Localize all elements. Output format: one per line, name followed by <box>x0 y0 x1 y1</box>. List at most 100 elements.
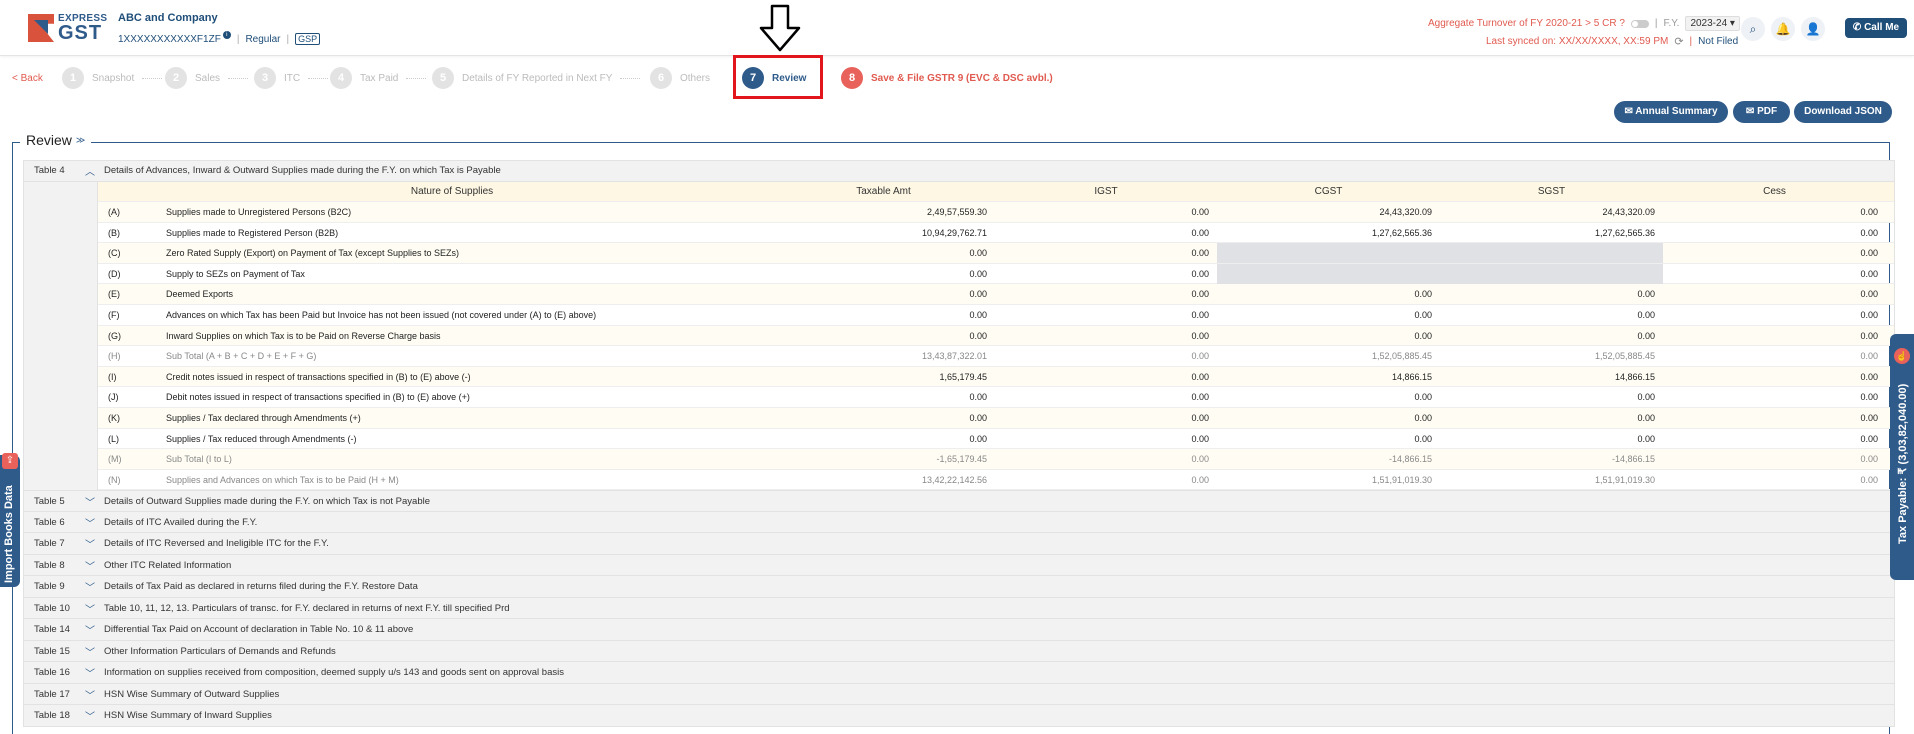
section-table-15-header[interactable]: Table 15 ﹀ Other Information Particulars o… <box>23 640 1895 663</box>
row-cess[interactable]: 0.00 <box>1663 305 1886 325</box>
section-table-6-header[interactable]: Table 6 ﹀ Details of ITC Availed during th… <box>23 511 1895 534</box>
step-save-file[interactable]: 8 Save & File GSTR 9 (EVC & DSC avbl.) <box>841 66 1053 90</box>
row-taxable-amt[interactable]: 0.00 <box>772 284 995 304</box>
section-table-16-header[interactable]: Table 16 ﹀ Information on supplies receive… <box>23 662 1895 684</box>
row-taxable-amt[interactable]: 0.00 <box>772 243 995 263</box>
fy-select[interactable]: 2023-24 ▾ <box>1685 16 1740 31</box>
row-cgst[interactable]: -14,866.15 <box>1217 449 1440 469</box>
row-cgst[interactable]: 24,43,320.09 <box>1217 202 1440 222</box>
user-icon[interactable]: 👤 <box>1801 17 1825 41</box>
row-sgst[interactable]: 0.00 <box>1440 326 1663 346</box>
row-taxable-amt[interactable]: 0.00 <box>772 264 995 284</box>
info-icon[interactable]: i <box>222 31 231 39</box>
row-taxable-amt[interactable]: 0.00 <box>772 387 995 407</box>
row-taxable-amt[interactable]: 0.00 <box>772 429 995 449</box>
row-cess[interactable]: 0.00 <box>1663 284 1886 304</box>
row-cess[interactable]: 0.00 <box>1663 470 1886 490</box>
row-sgst[interactable]: 1,52,05,885.45 <box>1440 346 1663 366</box>
section-table-14-header[interactable]: Table 14 ﹀ Differential Tax Paid on Accoun… <box>23 619 1895 641</box>
section-table-8-header[interactable]: Table 8 ﹀ Other ITC Related Information <box>23 554 1895 577</box>
row-igst[interactable]: 0.00 <box>995 243 1217 263</box>
row-cess[interactable]: 0.00 <box>1663 367 1886 387</box>
row-taxable-amt[interactable]: -1,65,179.45 <box>772 449 995 469</box>
row-taxable-amt[interactable]: 0.00 <box>772 408 995 428</box>
section-table-18-header[interactable]: Table 18 ﹀ HSN Wise Summary of Inward Supp… <box>23 705 1895 727</box>
row-igst[interactable]: 0.00 <box>995 284 1217 304</box>
row-sgst[interactable]: 1,27,62,565.36 <box>1440 223 1663 243</box>
table-4-header[interactable]: Table 4 ︿ Details of Advances, Inward & … <box>23 160 1895 182</box>
row-sgst[interactable]: -14,866.15 <box>1440 449 1663 469</box>
sync-icon[interactable]: ⟳ <box>1674 35 1683 48</box>
pdf-button[interactable]: ✉ PDF <box>1733 101 1790 123</box>
row-igst[interactable]: 0.00 <box>995 367 1217 387</box>
row-cess[interactable]: 0.00 <box>1663 387 1886 407</box>
section-table-9-header[interactable]: Table 9 ﹀ Details of Tax Paid as declared … <box>23 576 1895 598</box>
search-icon[interactable]: ⌕ <box>1741 17 1765 41</box>
row-igst[interactable]: 0.00 <box>995 223 1217 243</box>
row-taxable-amt[interactable]: 13,43,87,322.01 <box>772 346 995 366</box>
turnover-toggle[interactable] <box>1630 19 1649 28</box>
row-sgst[interactable]: 0.00 <box>1440 387 1663 407</box>
row-cess[interactable]: 0.00 <box>1663 243 1886 263</box>
row-cgst[interactable]: 0.00 <box>1217 408 1440 428</box>
step-others[interactable]: 6 Others <box>650 66 710 90</box>
row-sgst[interactable]: 1,51,91,019.30 <box>1440 470 1663 490</box>
section-table-17-header[interactable]: Table 17 ﹀ HSN Wise Summary of Outward Sup… <box>23 683 1895 706</box>
row-igst[interactable]: 0.00 <box>995 346 1217 366</box>
row-taxable-amt[interactable]: 2,49,57,559.30 <box>772 202 995 222</box>
annual-summary-button[interactable]: ✉ Annual Summary <box>1614 101 1728 123</box>
download-json-button[interactable]: Download JSON <box>1794 101 1892 123</box>
step-itc[interactable]: 3 ITC <box>254 66 329 90</box>
row-cgst[interactable]: 0.00 <box>1217 429 1440 449</box>
row-cess[interactable]: 0.00 <box>1663 223 1886 243</box>
row-cess[interactable]: 0.00 <box>1663 429 1886 449</box>
step-next-fy[interactable]: 5 Details of FY Reported in Next FY <box>432 66 641 90</box>
row-cess[interactable]: 0.00 <box>1663 449 1886 469</box>
step-sales[interactable]: 2 Sales <box>165 66 249 90</box>
row-taxable-amt[interactable]: 13,42,22,142.56 <box>772 470 995 490</box>
row-sgst[interactable]: 0.00 <box>1440 408 1663 428</box>
back-link[interactable]: < Back <box>12 73 43 84</box>
section-table-5-header[interactable]: Table 5 ﹀ Details of Outward Supplies made… <box>23 490 1895 512</box>
row-sgst[interactable]: 0.00 <box>1440 305 1663 325</box>
row-igst[interactable]: 0.00 <box>995 326 1217 346</box>
row-igst[interactable]: 0.00 <box>995 264 1217 284</box>
row-cess[interactable]: 0.00 <box>1663 408 1886 428</box>
row-taxable-amt[interactable]: 0.00 <box>772 305 995 325</box>
row-cess[interactable]: 0.00 <box>1663 202 1886 222</box>
section-table-10-header[interactable]: Table 10 ﹀ Table 10, 11, 12, 13. Particula… <box>23 597 1895 620</box>
row-cgst[interactable]: 1,52,05,885.45 <box>1217 346 1440 366</box>
row-sgst[interactable]: 14,866.15 <box>1440 367 1663 387</box>
row-igst[interactable]: 0.00 <box>995 202 1217 222</box>
row-igst[interactable]: 0.00 <box>995 408 1217 428</box>
row-sgst[interactable]: 0.00 <box>1440 284 1663 304</box>
row-taxable-amt[interactable]: 0.00 <box>772 326 995 346</box>
row-cgst[interactable]: 0.00 <box>1217 284 1440 304</box>
row-cess[interactable]: 0.00 <box>1663 346 1886 366</box>
call-me-button[interactable]: ✆ Call Me <box>1845 18 1907 38</box>
bell-icon[interactable]: 🔔 <box>1771 17 1795 41</box>
row-cess[interactable]: 0.00 <box>1663 326 1886 346</box>
row-taxable-amt[interactable]: 10,94,29,762.71 <box>772 223 995 243</box>
row-cgst[interactable]: 1,27,62,565.36 <box>1217 223 1440 243</box>
row-cgst[interactable]: 1,51,91,019.30 <box>1217 470 1440 490</box>
row-sgst[interactable]: 0.00 <box>1440 429 1663 449</box>
row-igst[interactable]: 0.00 <box>995 305 1217 325</box>
review-title[interactable]: Review ≫ <box>20 132 92 148</box>
step-tax-paid[interactable]: 4 Tax Paid <box>330 66 427 90</box>
row-cgst[interactable]: 0.00 <box>1217 305 1440 325</box>
row-igst[interactable]: 0.00 <box>995 429 1217 449</box>
import-books-data-tab[interactable]: ⇪ Import Books Data <box>0 453 20 587</box>
tax-payable-tab[interactable]: ☝ Tax Payable: ₹ (3,03,82,040.00) <box>1890 334 1914 580</box>
row-igst[interactable]: 0.00 <box>995 470 1217 490</box>
row-cgst[interactable]: 0.00 <box>1217 387 1440 407</box>
express-gst-logo[interactable]: EXPRESS GST <box>28 10 107 44</box>
row-cgst[interactable]: 0.00 <box>1217 326 1440 346</box>
step-snapshot[interactable]: 1 Snapshot <box>62 66 163 90</box>
row-taxable-amt[interactable]: 1,65,179.45 <box>772 367 995 387</box>
row-cess[interactable]: 0.00 <box>1663 264 1886 284</box>
section-table-7-header[interactable]: Table 7 ﹀ Details of ITC Reversed and Inel… <box>23 533 1895 555</box>
row-igst[interactable]: 0.00 <box>995 449 1217 469</box>
row-sgst[interactable]: 24,43,320.09 <box>1440 202 1663 222</box>
row-cgst[interactable]: 14,866.15 <box>1217 367 1440 387</box>
